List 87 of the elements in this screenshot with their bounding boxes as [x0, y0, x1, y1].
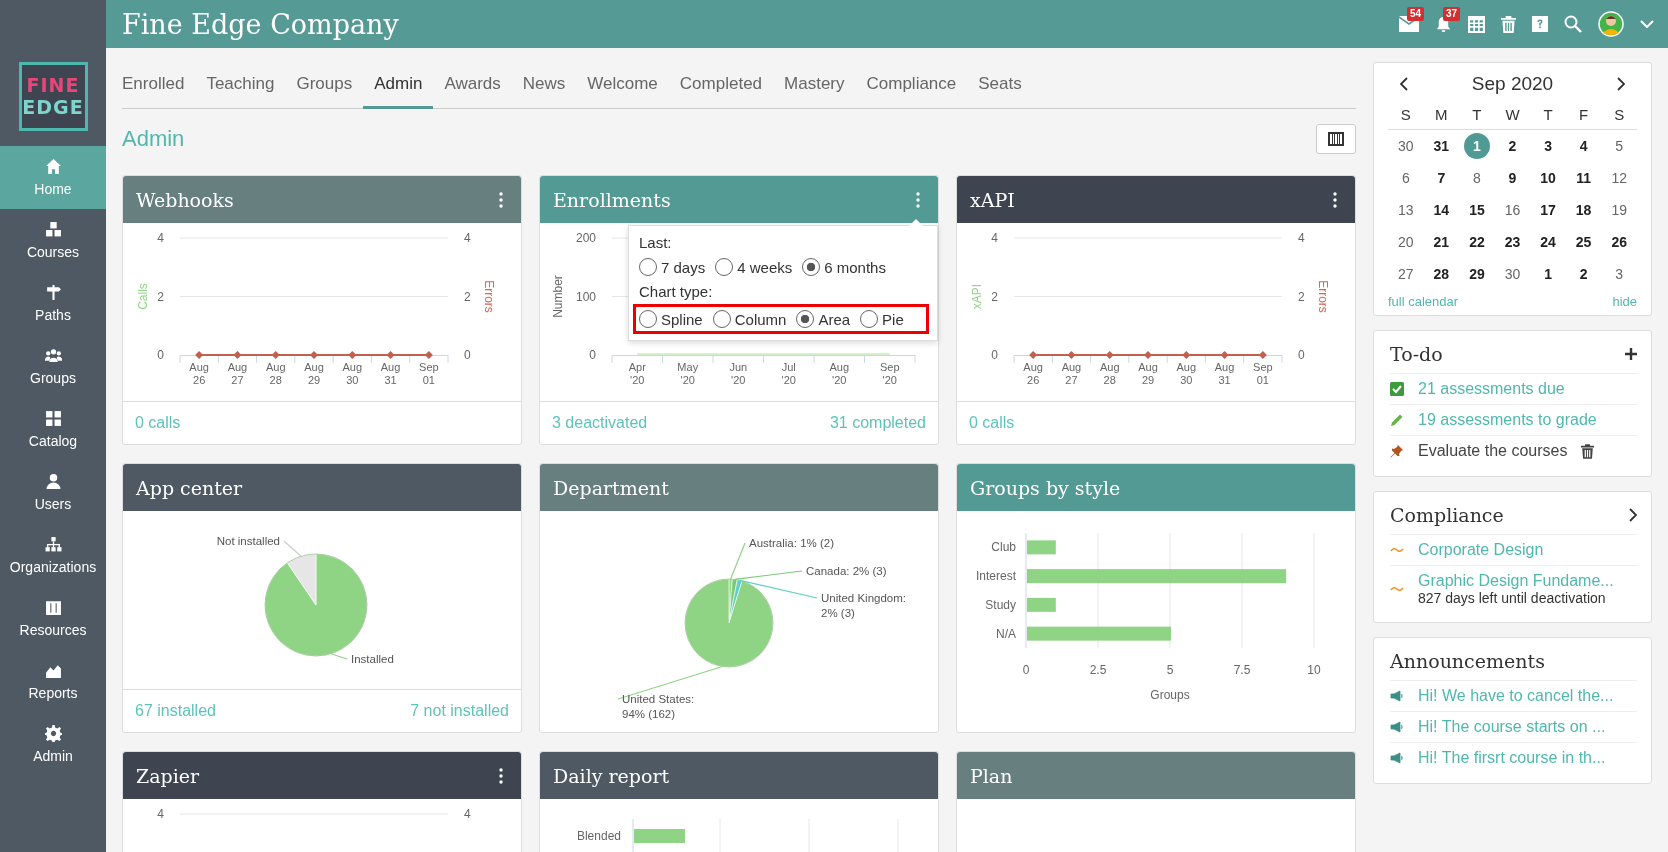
card-title: Enrollments: [553, 188, 671, 211]
weekday-label: W: [1494, 101, 1531, 130]
axis-tick-label: Aug 28: [1099, 361, 1120, 386]
axis-tick-label: Aug '20: [829, 361, 850, 386]
todo-text: Evaluate the courses: [1418, 442, 1568, 460]
axis-tick-label: 0: [1298, 348, 1305, 362]
month-title: Sep 2020: [1471, 73, 1554, 95]
axis-tick-label: Apr '20: [628, 361, 646, 386]
axis-tick-label: 4: [157, 231, 164, 245]
axis-tick-label: 0: [157, 348, 164, 362]
axis-tick-label: Study: [985, 597, 1016, 612]
popup-label: Last:: [639, 234, 673, 251]
axis-tick-label: Jun '20: [729, 361, 748, 386]
axis-tick-label: Sep 01: [1253, 361, 1273, 386]
card-title: Department: [553, 476, 669, 499]
axis-tick-label: 2: [464, 289, 471, 304]
axis-tick-label: 4: [991, 231, 998, 245]
weekday-label: T: [1530, 101, 1566, 130]
axis-tick-label: 2.5: [1089, 663, 1107, 677]
axis-tick-label: 0: [991, 348, 998, 362]
card-title: xAPI: [970, 188, 1015, 211]
axis-tick-label: 2: [991, 289, 998, 304]
weekday-label: M: [1423, 101, 1460, 130]
data-label: Australia: 1% (2): [749, 537, 834, 549]
axis-tick-label: 4: [157, 807, 164, 821]
weekday-label: T: [1459, 101, 1495, 130]
axis-title: Errors: [1316, 280, 1330, 313]
axis-tick-label: Aug 27: [227, 361, 248, 386]
axis-tick-label: 10: [1307, 663, 1321, 677]
data-label: United Kingdom: 2% (3): [821, 592, 907, 619]
axis-title: Groups: [1150, 688, 1190, 702]
data-label: Installed: [351, 653, 394, 665]
data-label: Not installed: [216, 535, 280, 547]
axis-tick-label: 0: [589, 348, 596, 362]
axis-tick-label: 0: [464, 348, 471, 362]
axis-tick-label: 5: [1166, 663, 1174, 677]
app-title: Fine Edge Company: [122, 8, 400, 40]
page-title: Admin: [122, 126, 185, 152]
axis-tick-label: Blended: [576, 829, 621, 843]
axis-tick-label: Jul '20: [781, 361, 796, 386]
card-title: Zapier: [136, 764, 200, 787]
data-label: Canada: 2% (3): [806, 565, 887, 577]
card-title: To-do: [1390, 343, 1443, 365]
deactivation-note: 827 days left until deactivation: [1418, 590, 1607, 606]
axis-tick-label: Club: [991, 540, 1016, 555]
axis-tick-label: Aug 26: [1023, 361, 1043, 386]
card-title: Groups by style: [970, 476, 1121, 499]
axis-title: Calls: [136, 283, 150, 310]
axis-tick-label: Aug 30: [342, 361, 363, 386]
axis-tick-label: Aug 31: [1214, 361, 1235, 386]
data-label: United States: 94% (162): [622, 693, 695, 720]
card-title: App center: [136, 476, 243, 499]
card-title: Compliance: [1390, 504, 1504, 526]
axis-tick-label: May '20: [677, 361, 699, 386]
weekday-label: S: [1601, 101, 1637, 130]
weekday-label: F: [1565, 101, 1602, 130]
axis-tick-label: Aug 27: [1061, 361, 1082, 386]
axis-tick-label: Aug 26: [189, 361, 209, 386]
card-title: Plan: [970, 764, 1013, 787]
axis-tick-label: 4: [464, 807, 471, 821]
axis-tick-label: Aug 30: [1176, 361, 1197, 386]
axis-title: Errors: [482, 280, 496, 313]
weekday-label: S: [1388, 101, 1424, 130]
axis-title: xAPI: [970, 283, 984, 310]
card-title: Webhooks: [136, 188, 234, 211]
axis-tick-label: Aug 29: [304, 361, 324, 386]
axis-tick-label: Sep 01: [419, 361, 439, 386]
axis-tick-label: Aug 31: [380, 361, 401, 386]
axis-tick-label: 4: [1298, 231, 1305, 245]
axis-tick-label: N/A: [996, 626, 1016, 641]
axis-tick-label: 4: [464, 231, 471, 245]
axis-tick-label: Aug 28: [265, 361, 286, 386]
axis-tick-label: 0: [1022, 663, 1030, 677]
axis-title: Number: [551, 275, 565, 318]
card-title: Announcements: [1390, 650, 1545, 672]
notification-badge: 54: [1407, 7, 1425, 21]
axis-tick-label: Interest: [975, 569, 1016, 584]
axis-tick-label: 7.5: [1233, 663, 1251, 677]
axis-tick-label: Sep '20: [879, 361, 900, 386]
notification-badge: 37: [1443, 6, 1461, 21]
axis-tick-label: 2: [157, 289, 164, 304]
axis-tick-label: 2: [1298, 289, 1305, 304]
axis-tick-label: 200: [575, 231, 596, 245]
card-title: Daily report: [553, 764, 670, 787]
popup-label: Chart type:: [639, 283, 714, 300]
axis-tick-label: 100: [575, 289, 596, 304]
axis-tick-label: Aug 29: [1138, 361, 1158, 386]
